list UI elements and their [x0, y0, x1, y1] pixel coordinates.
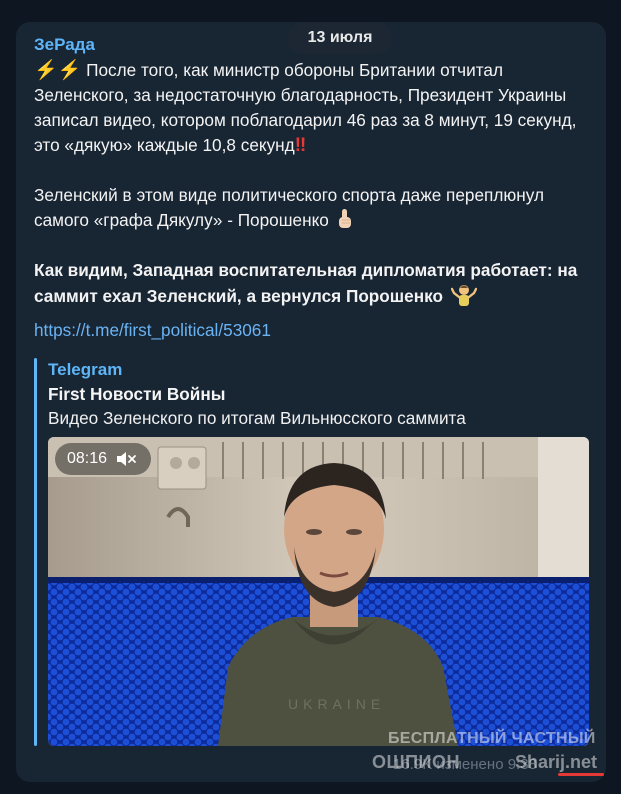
preview-accent-bar: [34, 358, 37, 746]
message-paragraph-3: Как видим, Западная воспитательная дипло…: [34, 260, 578, 307]
video-duration-badge[interactable]: 08:16: [55, 443, 151, 475]
double-exclamation-icon: ‼: [294, 135, 307, 156]
watermark-line-1: БЕСПЛАТНЫЙ ЧАСТНЫЙ: [388, 730, 596, 747]
message-text: ⚡⚡ После того, как министр обороны Брита…: [34, 58, 594, 309]
shrug-icon: [450, 283, 477, 307]
preview-description: Видео Зеленского по итогам Вильнюсского …: [48, 408, 466, 428]
lightning-icon: ⚡⚡: [34, 60, 82, 81]
message-paragraph-1: ⚡⚡ После того, как министр обороны Брита…: [34, 60, 577, 156]
sender-name[interactable]: ЗеРада: [34, 35, 95, 55]
pointing-up-icon: [337, 208, 353, 230]
message-paragraph-2: Зеленский в этом виде политического спор…: [34, 185, 544, 230]
post-link[interactable]: https://t.me/first_political/53061: [34, 320, 271, 341]
watermark-underline: [558, 773, 604, 776]
watermark-line-2: ОШПИОН: [372, 752, 460, 772]
video-thumbnail[interactable]: UKRAINE: [48, 437, 589, 746]
watermark-site: Sharij.net: [515, 752, 598, 772]
svg-text:UKRAINE: UKRAINE: [288, 696, 385, 712]
video-duration: 08:16: [67, 450, 108, 467]
mute-icon[interactable]: [115, 450, 137, 468]
preview-title[interactable]: First Новости Войны: [48, 384, 225, 405]
date-separator: 13 июля: [288, 22, 392, 54]
preview-site-name[interactable]: Telegram: [48, 360, 122, 380]
